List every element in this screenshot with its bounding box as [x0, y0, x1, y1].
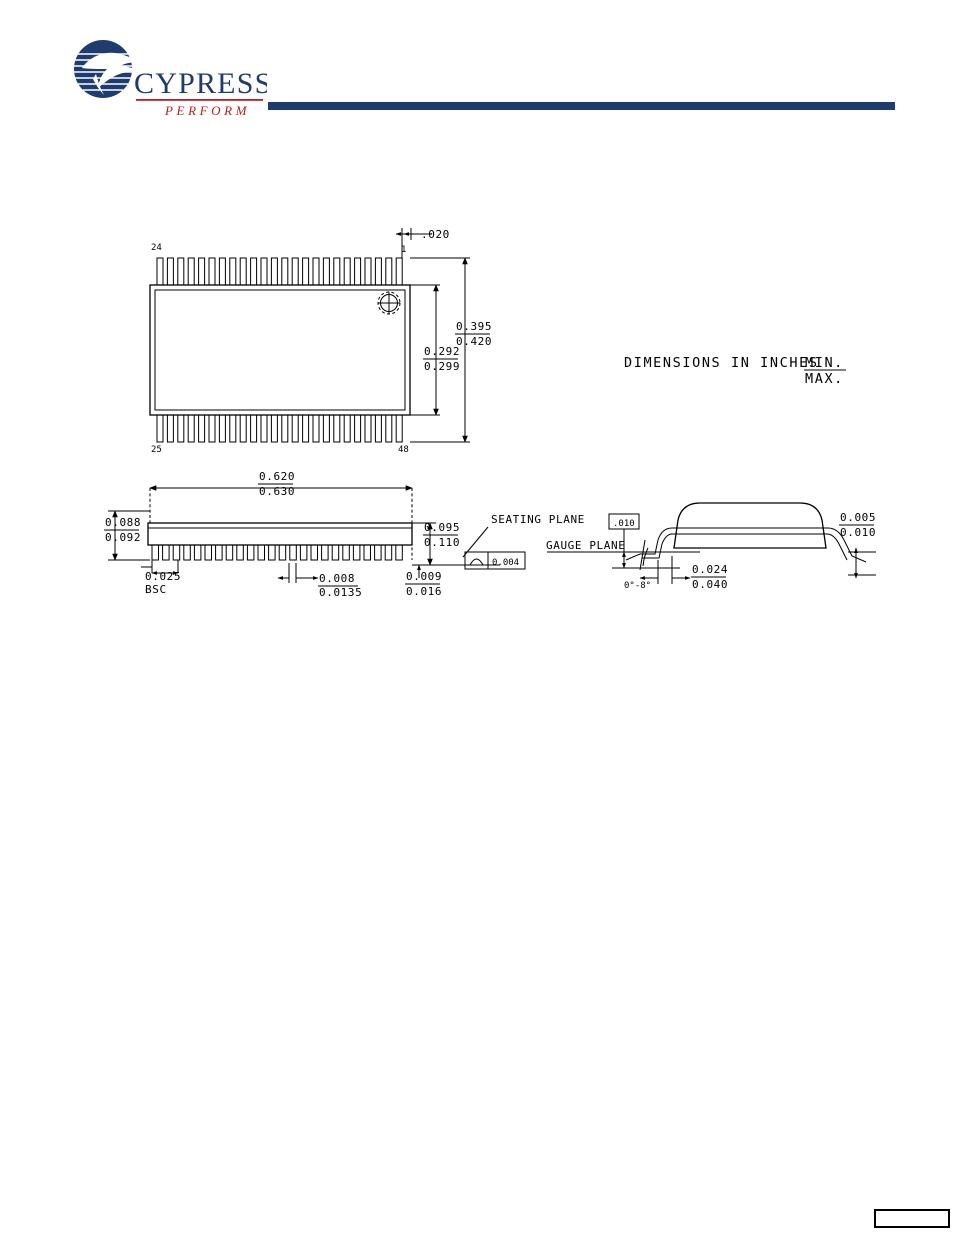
lead-thickness-max: 0.016: [406, 585, 442, 598]
package-drawing-page: CYPRESS PERFORM .ln { stroke:#000; strok…: [0, 0, 954, 1235]
body-width-max: 0.299: [424, 360, 460, 373]
total-height-max: 0.110: [424, 536, 460, 549]
flatness-value: 0.004: [492, 558, 519, 568]
lead-foot-min: 0.024: [692, 563, 728, 576]
body-length-min: 0.620: [259, 470, 295, 483]
standoff-min: 0.088: [105, 516, 141, 529]
lead-pitch-label: BSC: [145, 583, 167, 596]
lead-tip-max: 0.010: [840, 526, 876, 539]
lead-pitch-dimension: .020: [421, 228, 450, 241]
seating-plane-label: SEATING PLANE: [491, 513, 585, 526]
standoff-max: 0.092: [105, 531, 141, 544]
top-view-geometry: [149, 228, 470, 443]
overall-width-max: 0.420: [456, 335, 492, 348]
total-height-min: 0.095: [424, 521, 460, 534]
dimensions-note-max: MAX.: [805, 371, 844, 387]
lead-width-min: 0.008: [319, 572, 355, 585]
dimensions-note-line1: DIMENSIONS IN INCHES: [624, 355, 819, 371]
dimensions-note: DIMENSIONS IN INCHES MIN. MAX.: [624, 355, 846, 387]
body-width-min: 0.292: [424, 345, 460, 358]
pin1-marker-icon: [377, 291, 401, 315]
top-view-pin-top-right: 1: [401, 245, 406, 255]
lead-tip-min: 0.005: [840, 511, 876, 524]
top-leads: [156, 257, 403, 285]
body-length-max: 0.630: [259, 485, 295, 498]
side-view-geometry: SEATING PLANE 0.004: [108, 485, 585, 583]
dimensions-note-min: MIN.: [805, 355, 844, 371]
lead-foot-max: 0.040: [692, 578, 728, 591]
top-view-pin-bottom-right: 48: [398, 445, 409, 455]
lead-pitch-value: 0.025: [145, 570, 181, 583]
lead-thickness-min: 0.009: [406, 570, 442, 583]
lead-angle: 0°-8°: [624, 581, 651, 591]
page-number-box: [874, 1209, 950, 1228]
top-view-pin-top-left: 24: [151, 243, 162, 253]
overall-width-min: 0.395: [456, 320, 492, 333]
gauge-plane-label: GAUGE PLANE: [546, 539, 625, 552]
side-leads: [151, 545, 403, 561]
lead-width-max: 0.0135: [319, 586, 362, 599]
package-mechanical-drawing: .ln { stroke:#000; stroke-width:1.3; fil…: [0, 0, 954, 1235]
flatness-control-frame: 0.004: [464, 551, 526, 570]
gauge-plane-dimension: .010: [613, 519, 635, 529]
bottom-leads: [156, 415, 403, 443]
top-view-pin-bottom-left: 25: [151, 445, 162, 455]
